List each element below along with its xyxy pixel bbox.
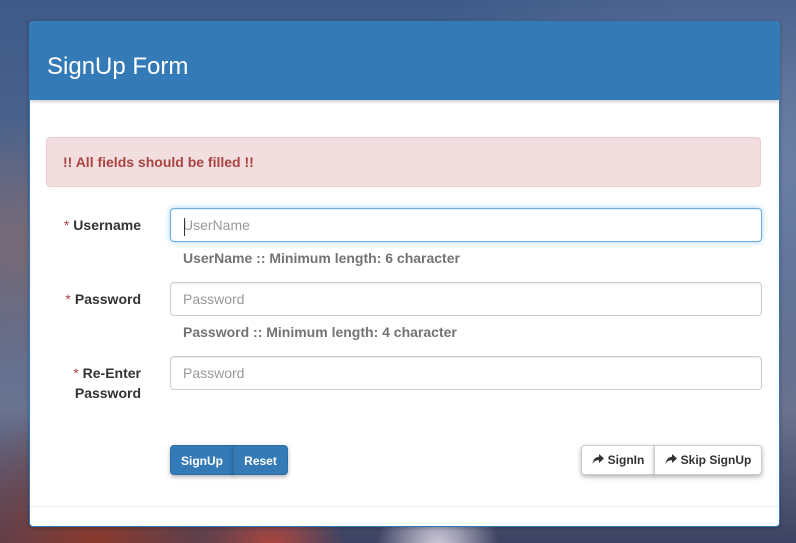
username-label: * Username <box>50 215 141 235</box>
page-title: SignUp Form <box>47 53 189 80</box>
password-input[interactable] <box>170 282 762 316</box>
username-help: UserName :: Minimum length: 6 character <box>183 250 460 266</box>
username-label-text: Username <box>73 217 141 233</box>
skip-signup-label: Skip SignUp <box>680 453 752 467</box>
share-arrow-icon <box>665 454 677 464</box>
reenter-password-label: * Re-Enter Password <box>50 363 141 403</box>
skip-signup-button[interactable]: Skip SignUp <box>654 445 762 475</box>
required-marker: * <box>73 365 79 381</box>
signin-label: SignIn <box>607 453 645 467</box>
validation-alert: !! All fields should be filled !! <box>46 137 761 187</box>
required-marker: * <box>63 217 70 233</box>
password-label-text: Password <box>74 291 141 307</box>
panel-header: SignUp Form <box>30 22 779 100</box>
reenter-label-line2: Password <box>74 385 141 401</box>
reenter-label-line1: Re-Enter <box>82 365 141 381</box>
signup-button[interactable]: SignUp <box>170 445 234 475</box>
text-caret <box>184 218 185 236</box>
footer-divider <box>30 506 779 507</box>
signup-panel: SignUp Form !! All fields should be fill… <box>29 21 780 527</box>
reset-button[interactable]: Reset <box>233 445 288 475</box>
signin-button[interactable]: SignIn <box>581 445 655 475</box>
password-label: * Password <box>50 289 141 309</box>
share-arrow-icon <box>592 454 604 464</box>
required-marker: * <box>65 291 71 307</box>
password-help: Password :: Minimum length: 4 character <box>183 324 457 340</box>
username-input[interactable] <box>170 208 762 242</box>
reenter-password-input[interactable] <box>170 356 762 390</box>
